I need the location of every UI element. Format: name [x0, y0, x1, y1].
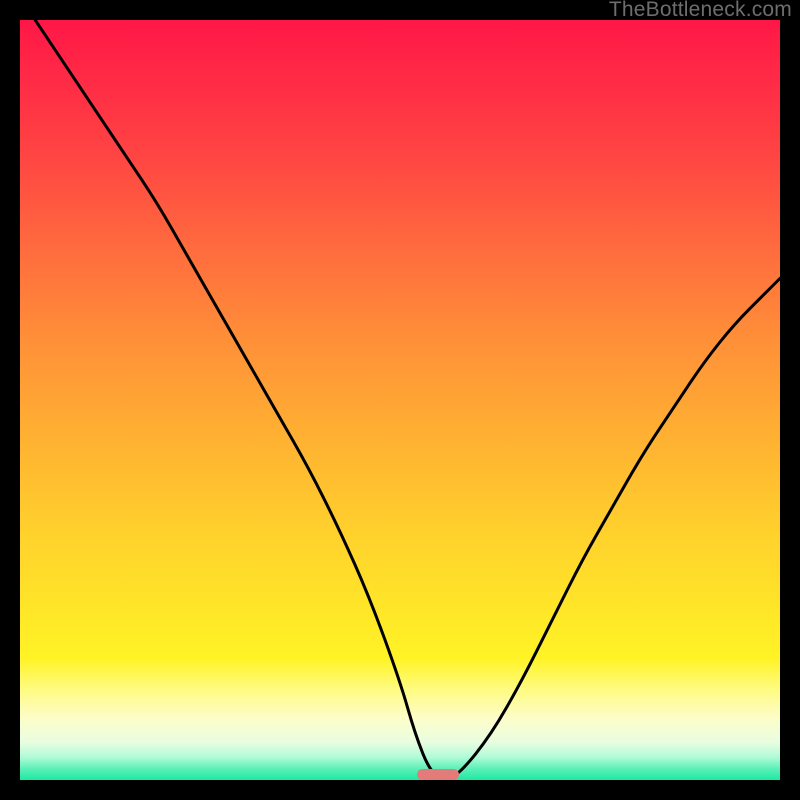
bottleneck-curve — [20, 20, 780, 780]
chart-frame: TheBottleneck.com — [0, 0, 800, 800]
plot-area — [20, 20, 780, 780]
watermark-text: TheBottleneck.com — [609, 0, 792, 22]
bottleneck-marker — [417, 769, 459, 780]
